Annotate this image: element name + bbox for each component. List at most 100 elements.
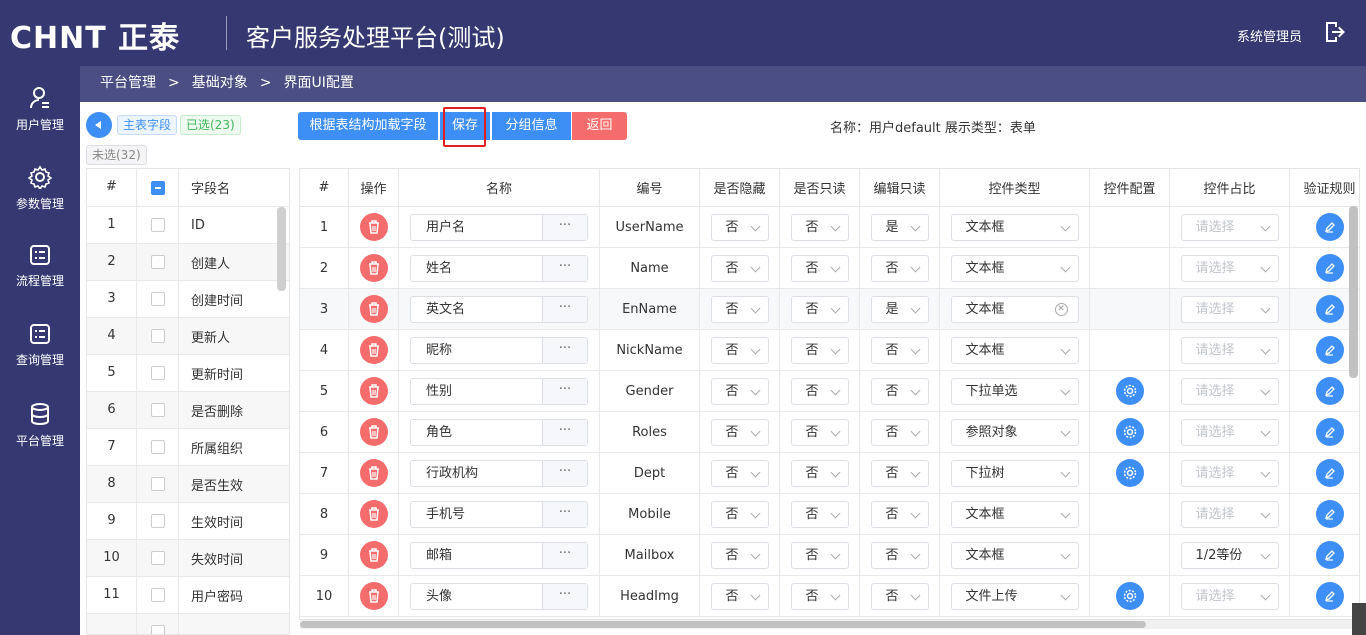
control-ratio-select[interactable]: 请选择	[1180, 459, 1279, 487]
field-list-row[interactable]: 3 创建时间	[87, 281, 289, 318]
more-options-button[interactable]: ···	[542, 337, 587, 363]
control-type-select[interactable]: 文本框	[950, 336, 1079, 364]
hidden-select[interactable]: 否	[710, 295, 769, 323]
edit-readonly-select[interactable]: 否	[870, 582, 929, 610]
sidebar-item-params[interactable]: 参数管理	[0, 165, 80, 235]
control-type-select[interactable]: 文本框	[950, 541, 1079, 569]
more-options-button[interactable]: ···	[542, 583, 587, 609]
field-label-value[interactable]: 角色	[411, 420, 542, 445]
main-fields-tag[interactable]: 主表字段	[117, 115, 178, 135]
collapse-panel-button[interactable]	[86, 112, 112, 138]
control-ratio-select[interactable]: 1/2等份	[1180, 541, 1279, 569]
field-label-input[interactable]: 用户名 ···	[410, 213, 588, 241]
current-user[interactable]: 系统管理员	[1237, 26, 1302, 45]
row-checkbox[interactable]	[150, 329, 165, 343]
edit-readonly-select[interactable]: 是	[870, 213, 929, 241]
hidden-select[interactable]: 否	[710, 377, 769, 405]
more-options-button[interactable]: ···	[542, 296, 587, 322]
group-info-button[interactable]: 分组信息	[492, 112, 571, 140]
edit-rule-button[interactable]	[1315, 213, 1344, 241]
delete-button[interactable]	[359, 336, 388, 364]
row-checkbox[interactable]	[150, 366, 165, 380]
field-list-row[interactable]: 6 是否删除	[87, 392, 289, 429]
row-checkbox[interactable]	[150, 440, 165, 454]
control-ratio-select[interactable]: 请选择	[1180, 336, 1279, 364]
control-ratio-select[interactable]: 请选择	[1180, 213, 1279, 241]
row-checkbox[interactable]	[150, 218, 165, 232]
field-list-row[interactable]: 10 失效时间	[87, 540, 289, 577]
field-label-input[interactable]: 英文名 ···	[410, 295, 588, 323]
delete-button[interactable]	[359, 500, 388, 528]
hidden-select[interactable]: 否	[710, 582, 769, 610]
more-options-button[interactable]: ···	[542, 419, 587, 445]
delete-button[interactable]	[359, 295, 388, 323]
edit-rule-button[interactable]	[1315, 254, 1344, 282]
sidebar-item-query[interactable]: 查询管理	[0, 323, 80, 393]
delete-button[interactable]	[359, 459, 388, 487]
field-list-row[interactable]: 1 ID	[87, 207, 289, 244]
field-list-row[interactable]	[87, 614, 289, 634]
readonly-select[interactable]: 否	[790, 295, 849, 323]
more-options-button[interactable]: ···	[542, 378, 587, 404]
save-button[interactable]: 保存	[440, 112, 490, 140]
delete-button[interactable]	[359, 582, 388, 610]
hidden-select[interactable]: 否	[710, 336, 769, 364]
delete-button[interactable]	[359, 541, 388, 569]
edit-rule-button[interactable]	[1315, 377, 1344, 405]
field-label-value[interactable]: 英文名	[411, 297, 542, 322]
field-label-value[interactable]: 头像	[411, 584, 542, 609]
select-all-checkbox[interactable]	[150, 180, 165, 195]
hidden-select[interactable]: 否	[710, 541, 769, 569]
logout-icon[interactable]	[1322, 20, 1346, 44]
readonly-select[interactable]: 否	[790, 541, 849, 569]
row-checkbox[interactable]	[150, 625, 165, 634]
control-ratio-select[interactable]: 请选择	[1180, 500, 1279, 528]
control-ratio-select[interactable]: 请选择	[1180, 582, 1279, 610]
edit-readonly-select[interactable]: 否	[870, 500, 929, 528]
control-ratio-select[interactable]: 请选择	[1180, 295, 1279, 323]
control-config-button[interactable]	[1115, 377, 1144, 405]
edit-rule-button[interactable]	[1315, 541, 1344, 569]
control-type-select[interactable]: 文本框	[950, 500, 1079, 528]
hidden-select[interactable]: 否	[710, 213, 769, 241]
row-checkbox[interactable]	[150, 403, 165, 417]
control-config-button[interactable]	[1115, 459, 1144, 487]
field-list-row[interactable]: 2 创建人	[87, 244, 289, 281]
edit-rule-button[interactable]	[1315, 582, 1344, 610]
edit-rule-button[interactable]	[1315, 418, 1344, 446]
breadcrumb-item[interactable]: 平台管理	[100, 75, 156, 91]
control-type-select[interactable]: 文件上传	[950, 582, 1079, 610]
edit-readonly-select[interactable]: 否	[870, 541, 929, 569]
field-list-row[interactable]: 4 更新人	[87, 318, 289, 355]
more-options-button[interactable]: ···	[542, 460, 587, 486]
more-options-button[interactable]: ···	[542, 255, 587, 281]
delete-button[interactable]	[359, 418, 388, 446]
field-label-value[interactable]: 用户名	[411, 215, 542, 240]
more-options-button[interactable]: ···	[542, 501, 587, 527]
readonly-select[interactable]: 否	[790, 459, 849, 487]
row-checkbox[interactable]	[150, 514, 165, 528]
field-label-value[interactable]: 邮箱	[411, 543, 542, 568]
readonly-select[interactable]: 否	[790, 500, 849, 528]
breadcrumb-item[interactable]: 基础对象	[192, 75, 248, 91]
delete-button[interactable]	[359, 213, 388, 241]
control-ratio-select[interactable]: 请选择	[1180, 254, 1279, 282]
edit-readonly-select[interactable]: 否	[870, 418, 929, 446]
field-label-input[interactable]: 头像 ···	[410, 582, 588, 610]
field-list-row[interactable]: 5 更新时间	[87, 355, 289, 392]
field-label-value[interactable]: 性别	[411, 379, 542, 404]
more-options-button[interactable]: ···	[542, 542, 587, 568]
control-type-select[interactable]: 参照对象	[950, 418, 1079, 446]
control-type-select[interactable]: 下拉单选	[950, 377, 1079, 405]
edit-readonly-select[interactable]: 否	[870, 377, 929, 405]
delete-button[interactable]	[359, 254, 388, 282]
clear-icon[interactable]: ✕	[1054, 302, 1068, 316]
back-button[interactable]: 返回	[572, 112, 627, 140]
sidebar-item-users[interactable]: 用户管理	[0, 86, 80, 156]
control-config-button[interactable]	[1115, 418, 1144, 446]
edit-readonly-select[interactable]: 否	[870, 254, 929, 282]
control-config-button[interactable]	[1115, 582, 1144, 610]
row-checkbox[interactable]	[150, 477, 165, 491]
left-table-scrollbar[interactable]	[277, 207, 286, 291]
readonly-select[interactable]: 否	[790, 582, 849, 610]
